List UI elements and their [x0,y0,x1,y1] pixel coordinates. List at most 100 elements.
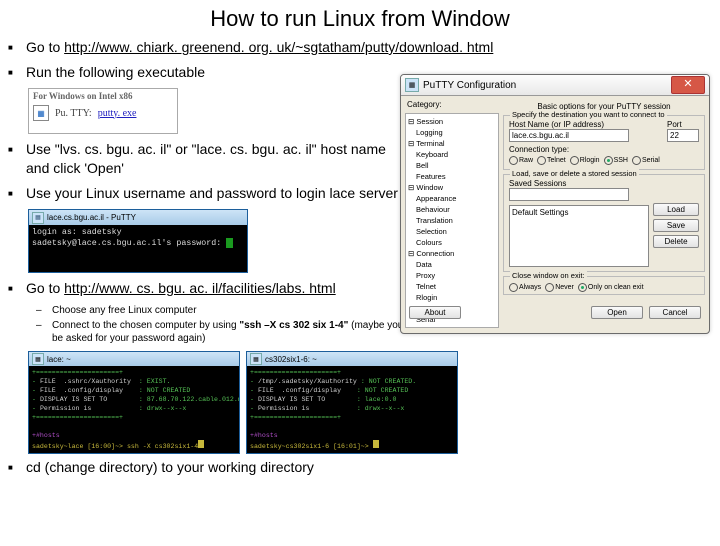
tree-node[interactable]: Rlogin [408,292,496,303]
tree-node[interactable]: Logging [408,127,496,138]
tree-node[interactable]: Telnet [408,281,496,292]
step1-text: Go to [26,39,64,55]
about-button[interactable]: About [409,306,461,319]
labs-link[interactable]: http://www. cs. bgu. ac. il/facilities/l… [64,280,336,296]
load-button[interactable]: Load [653,203,699,216]
term-right-body: +=====================+ - /tmp/.sadetsky… [247,366,457,453]
term-left-titlebar: ▦ lace: ~ [29,352,239,366]
step3-text: Use "lvs. cs. bgu. ac. il" or "lace. cs.… [26,140,410,178]
radio-option[interactable]: Only on clean exit [578,283,644,292]
tree-node[interactable]: Proxy [408,270,496,281]
dash-icon: – [36,304,52,317]
radio-option[interactable]: Raw [509,156,533,165]
bullet-step-3: ■ Use "lvs. cs. bgu. ac. il" or "lace. c… [0,140,410,178]
radio-option[interactable]: Rlogin [570,156,600,165]
terminal-left: ▦ lace: ~ +=====================+ - FILE… [28,351,240,454]
step6-text: cd (change directory) to your working di… [26,458,314,477]
radio-option[interactable]: Telnet [537,156,566,165]
putty-icon: ▦ [32,353,44,365]
bullet-icon: ■ [0,140,26,159]
config-titlebar: ▦ PuTTY Configuration ✕ [401,75,709,96]
saved-sessions-label: Saved Sessions [509,179,699,188]
putty-icon: ▦ [32,212,44,224]
download-header: For Windows on Intel x86 [33,91,173,101]
sub-bullet-5b: – Connect to the chosen computer by usin… [36,319,446,345]
term-right-title: cs302six1-6: ~ [265,355,317,364]
page-title: How to run Linux from Window [0,6,720,32]
delete-button[interactable]: Delete [653,235,699,248]
cursor-icon [373,440,379,448]
save-button[interactable]: Save [653,219,699,232]
config-bottom-bar: About Open Cancel [401,306,709,319]
cancel-button[interactable]: Cancel [649,306,701,319]
tree-node[interactable]: Appearance [408,193,496,204]
term-left-title: lace: ~ [47,355,71,364]
group-close-on-exit: Close window on exit: AlwaysNeverOnly on… [503,276,705,295]
category-tree[interactable]: ⊟ SessionLogging⊟ TerminalKeyboardBellFe… [405,113,499,328]
cursor-icon [226,238,233,248]
bullet-icon: ■ [0,63,26,82]
lace-putty-window: ▦ lace.cs.bgu.ac.il - PuTTY login as: sa… [28,209,248,273]
bullet-step-1: ■ Go to http://www. chiark. greenend. or… [0,38,720,57]
lace-terminal: login as: sadetsky sadetsky@lace.cs.bgu.… [29,225,247,272]
conn-type-radios[interactable]: Raw Telnet Rlogin SSH Serial [509,156,699,165]
tree-node[interactable]: Translation [408,215,496,226]
step2-text: Run the following executable [26,63,205,82]
radio-option[interactable]: Always [509,283,541,292]
putty-icon: ▦ [33,105,49,121]
category-label: Category: [407,100,503,109]
terminal-right: ▦ cs302six1-6: ~ +=====================+… [246,351,458,454]
putty-config-window: ▦ PuTTY Configuration ✕ Category: ⊟ Sessi… [400,74,710,334]
bullet-icon: ■ [0,458,26,477]
tree-node[interactable]: Colours [408,237,496,248]
putty-download-link[interactable]: http://www. chiark. greenend. org. uk/~s… [64,39,493,55]
step5b-text: Connect to the chosen computer by using … [52,319,446,345]
term-right-titlebar: ▦ cs302six1-6: ~ [247,352,457,366]
putty-download-box: For Windows on Intel x86 ▦ Pu. TTY: putt… [28,88,178,134]
close-button[interactable]: ✕ [671,76,705,94]
lace-title: lace.cs.bgu.ac.il - PuTTY [47,213,136,222]
session-panel: Basic options for your PuTTY session Spe… [503,100,705,302]
group-sessions: Load, save or delete a stored session Sa… [503,174,705,272]
bullet-icon: ■ [0,279,26,298]
download-file[interactable]: putty. exe [98,108,137,119]
tree-node[interactable]: ⊟ Terminal [408,138,496,149]
radio-option[interactable]: Serial [632,156,660,165]
tree-node[interactable]: ⊟ Connection [408,248,496,259]
lace-titlebar: ▦ lace.cs.bgu.ac.il - PuTTY [29,210,247,225]
step4-text: Use your Linux username and password to … [26,184,398,203]
cursor-icon [198,440,204,448]
tree-node[interactable]: ⊟ Window [408,182,496,193]
tree-node[interactable]: ⊟ Session [408,116,496,127]
tree-node[interactable]: Keyboard [408,149,496,160]
bullet-icon: ■ [0,184,26,203]
bullet-step-6: ■ cd (change directory) to your working … [0,458,720,477]
radio-option[interactable]: Never [545,283,574,292]
saved-sessions-list[interactable]: Default Settings [509,205,649,267]
tree-node[interactable]: Selection [408,226,496,237]
port-label: Port [667,120,699,129]
host-label: Host Name (or IP address) [509,120,663,129]
download-label: Pu. TTY: [55,108,92,119]
tree-node[interactable]: Bell [408,160,496,171]
session-name-input[interactable] [509,188,629,201]
group-legend: Specify the destination you want to conn… [510,110,667,119]
port-input[interactable] [667,129,699,142]
step5a-text: Choose any free Linux computer [52,304,197,317]
group-destination: Specify the destination you want to conn… [503,115,705,170]
open-button[interactable]: Open [591,306,643,319]
tree-node[interactable]: Behaviour [408,204,496,215]
radio-option[interactable]: SSH [604,156,628,165]
config-title: PuTTY Configuration [423,80,516,91]
group-legend: Close window on exit: [510,271,587,280]
putty-icon: ▦ [250,353,262,365]
close-radios[interactable]: Always Never Only on clean exit [509,283,699,292]
conn-type-label: Connection type: [509,145,699,154]
step5-text: Go to [26,280,64,296]
tree-node[interactable]: Features [408,171,496,182]
putty-icon: ▦ [405,78,419,92]
term-left-body: +=====================+ - FILE .sshrc/Xa… [29,366,239,453]
tree-node[interactable]: Data [408,259,496,270]
group-legend: Load, save or delete a stored session [510,169,639,178]
host-input[interactable] [509,129,629,142]
